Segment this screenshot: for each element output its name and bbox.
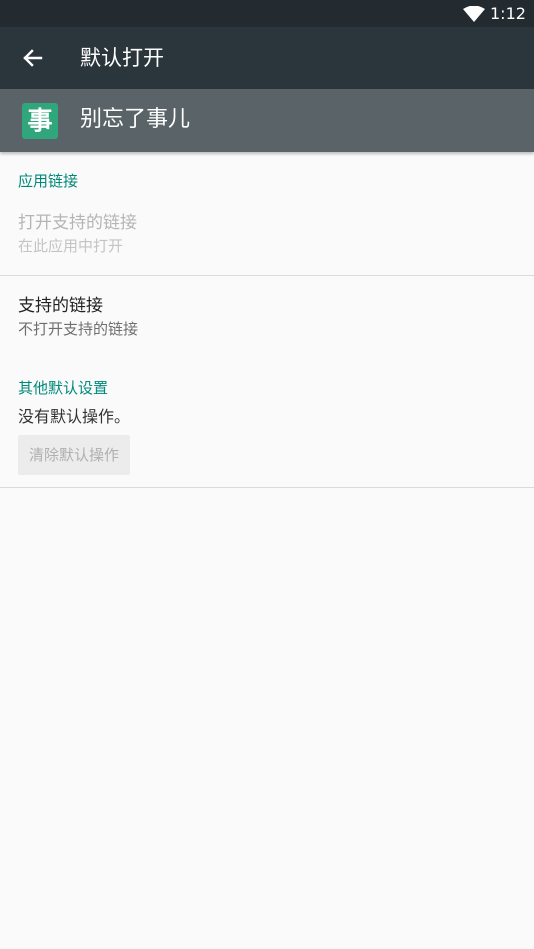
wifi-icon [463, 6, 485, 22]
app-icon-glyph: 事 [27, 106, 53, 135]
divider [0, 487, 534, 488]
arrow-left-icon [23, 49, 43, 67]
no-default-text: 没有默认操作。 [18, 407, 131, 426]
toolbar: 默认打开 [0, 27, 534, 89]
page-title: 默认打开 [80, 46, 164, 70]
app-name: 别忘了事儿 [80, 107, 191, 132]
divider [0, 275, 534, 276]
status-bar: 1:12 [0, 0, 534, 27]
section-header-other-defaults: 其他默认设置 [18, 379, 109, 397]
supported-links-pref[interactable]: 支持的链接 不打开支持的链接 [0, 284, 534, 356]
section-header-app-links: 应用链接 [18, 172, 79, 190]
back-button[interactable] [10, 36, 54, 80]
app-header: 事 别忘了事儿 [0, 89, 534, 152]
open-supported-links-pref[interactable]: 打开支持的链接 在此应用中打开 [0, 200, 534, 275]
supported-links-summary: 不打开支持的链接 [18, 320, 139, 338]
status-time: 1:12 [490, 4, 526, 23]
open-supported-links-title: 打开支持的链接 [18, 213, 137, 233]
clear-defaults-button[interactable]: 清除默认操作 [18, 435, 130, 475]
open-supported-links-summary: 在此应用中打开 [18, 237, 124, 255]
clear-defaults-label: 清除默认操作 [28, 446, 119, 464]
supported-links-title: 支持的链接 [18, 296, 103, 316]
app-icon: 事 [22, 103, 58, 139]
